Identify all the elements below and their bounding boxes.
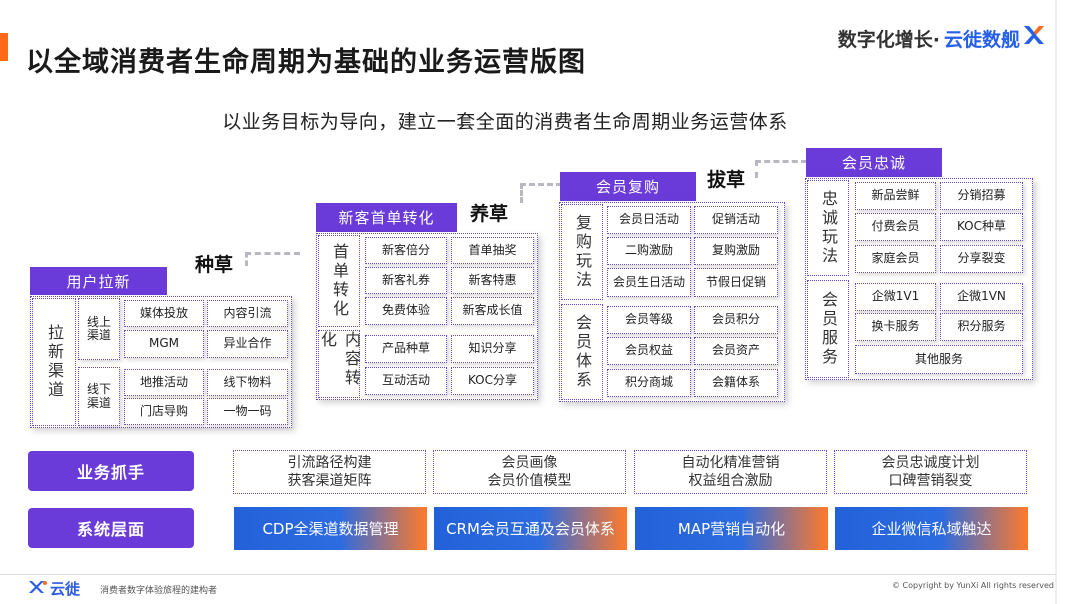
business-row-label: 业务抓手 (28, 451, 194, 491)
firstorder-side-2: 内容转化 (318, 330, 361, 398)
cell-family-member: 家庭会员 (855, 245, 936, 273)
cell-one-code: 一物一码 (207, 398, 288, 425)
cell-points-mall: 积分商城 (607, 369, 691, 397)
cell-share-fission: 分享裂变 (940, 245, 1023, 273)
system-row-label: 系统层面 (28, 508, 194, 548)
offline-channel-label: 线下渠道 (78, 367, 120, 426)
cell-second-buy: 二购激励 (607, 237, 691, 265)
brand-left-text: 数字化增长· (837, 28, 940, 51)
footer-logo-text: 云徙 (50, 580, 81, 598)
panel-acquire-header: 用户拉新 (30, 267, 167, 295)
footer-tagline: 消费者数字体验旅程的建构者 (100, 586, 218, 596)
stage-connector-2 (520, 183, 562, 186)
system-box-cdp: CDP全渠道数据管理 (234, 507, 427, 550)
panel-repurchase-header: 会员复购 (560, 172, 696, 201)
cell-member-day: 会员日活动 (607, 206, 691, 234)
cell-new-double-points: 新客倍分 (365, 237, 447, 264)
cell-points-service: 积分服务 (940, 313, 1023, 341)
stage-connector-1 (245, 252, 300, 255)
business-box-2-line2: 会员价值模型 (487, 473, 572, 489)
loyalty-side-1: 忠诚玩法 (807, 180, 849, 276)
cell-other-service: 其他服务 (855, 345, 1023, 374)
cell-offline-material: 线下物料 (207, 369, 288, 396)
brand-logo: 数字化增长· 云徙数舰 (838, 24, 1046, 52)
business-box-3-line1: 自动化精准营销 (681, 454, 780, 471)
cell-first-order-draw: 首单抽奖 (451, 237, 534, 264)
business-box-4-line2: 口碑营销裂变 (888, 473, 973, 489)
system-box-wecom: 企业微信私域触达 (835, 507, 1028, 550)
cell-koc-share: KOC分享 (451, 367, 534, 395)
brand-right-text: 云徙数舰 (943, 28, 1020, 51)
stage-connector-3 (755, 160, 807, 163)
cell-member-assets: 会员资产 (694, 337, 778, 365)
cell-membership-system: 会籍体系 (694, 369, 778, 397)
cell-new-growth: 新客成长值 (451, 297, 534, 325)
footer-copyright: © Copyright by YunXi All rights reserved (891, 581, 1054, 590)
business-box-2: 会员画像 会员价值模型 (433, 450, 626, 494)
loyalty-side-2: 会员服务 (807, 280, 849, 378)
page-title: 以全域消费者生命周期为基础的业务运营版图 (26, 47, 586, 78)
cell-new-special: 新客特惠 (451, 267, 534, 294)
cell-cross-coop: 异业合作 (207, 330, 288, 358)
business-box-1-line2: 获客渠道矩阵 (287, 473, 372, 489)
cell-koc-seeding: KOC种草 (940, 213, 1023, 241)
cell-card-service: 换卡服务 (855, 313, 936, 341)
cell-member-birthday: 会员生日活动 (607, 268, 691, 297)
title-accent-bar (0, 33, 8, 61)
business-box-3: 自动化精准营销 权益组合激励 (634, 450, 827, 494)
repurchase-side-2: 会员体系 (561, 304, 603, 400)
logo-mark-icon (28, 579, 48, 599)
system-box-crm: CRM会员互通及会员体系 (434, 507, 627, 550)
cell-member-rights: 会员权益 (607, 337, 691, 365)
cell-paid-member: 付费会员 (855, 213, 936, 241)
cell-media-ads: 媒体投放 (124, 300, 204, 327)
panel-acquire-side: 拉新渠道 (32, 298, 76, 426)
online-channel-label: 线上渠道 (78, 298, 120, 360)
cell-member-level: 会员等级 (607, 306, 691, 334)
cell-wecom-1v1: 企微1V1 (855, 283, 936, 311)
stage-connector-1v (245, 252, 248, 266)
stage-connector-3v (755, 160, 758, 178)
cell-street-push: 地推活动 (124, 369, 204, 396)
cell-store-guide: 门店导购 (124, 398, 204, 425)
business-box-4: 会员忠诚度计划 口碑营销裂变 (834, 450, 1027, 494)
business-box-3-line2: 权益组合激励 (688, 473, 773, 489)
cell-knowledge-share: 知识分享 (451, 335, 534, 363)
business-box-2-line1: 会员画像 (501, 454, 558, 471)
cell-interactive: 互动活动 (365, 367, 447, 395)
cell-mgm: MGM (124, 330, 204, 358)
repurchase-side-1: 复购玩法 (561, 204, 603, 300)
cell-repurchase-incentive: 复购激励 (694, 237, 778, 265)
stage-label-3: 拔草 (707, 169, 746, 191)
page-subtitle: 以业务目标为导向，建立一套全面的消费者生命周期业务运营体系 (222, 111, 788, 133)
cell-new-product-trial: 新品尝鲜 (855, 182, 936, 210)
cell-wecom-1vn: 企微1VN (940, 283, 1023, 311)
footer-logo: 云徙 (28, 578, 80, 599)
cell-member-points: 会员积分 (694, 306, 778, 334)
stage-label-2: 养草 (470, 203, 509, 225)
stage-label-1: 种草 (195, 254, 234, 276)
business-box-1: 引流路径构建 获客渠道矩阵 (233, 450, 426, 494)
cell-product-seeding: 产品种草 (365, 335, 447, 363)
cell-free-trial: 免费体验 (365, 297, 447, 325)
cell-distribution: 分销招募 (940, 182, 1023, 210)
stage-connector-2v (520, 183, 523, 203)
right-edge-line (1055, 0, 1057, 604)
cell-holiday-promo: 节假日促销 (694, 268, 778, 297)
brand-x-icon (1022, 24, 1046, 52)
footer-divider (0, 574, 1056, 575)
cell-content-traffic: 内容引流 (207, 300, 288, 327)
panel-loyalty-header: 会员忠诚 (806, 148, 942, 177)
business-box-1-line1: 引流路径构建 (287, 454, 372, 471)
cell-new-coupon: 新客礼券 (365, 267, 447, 294)
cell-promotion: 促销活动 (694, 206, 778, 234)
system-box-map: MAP营销自动化 (635, 507, 828, 550)
business-box-4-line1: 会员忠诚度计划 (881, 454, 980, 471)
panel-firstorder-header: 新客首单转化 (316, 203, 457, 232)
firstorder-side-1: 首单转化 (318, 235, 360, 327)
